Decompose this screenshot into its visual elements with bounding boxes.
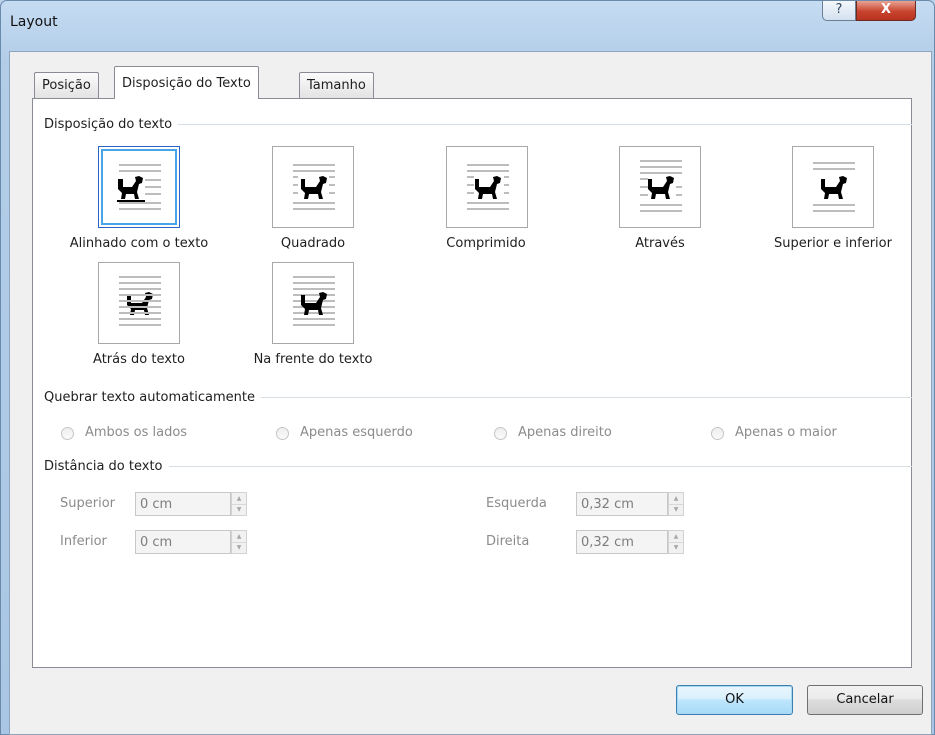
tab-size[interactable]: Tamanho [299, 72, 374, 98]
distance-right-spinner[interactable]: ▲ ▼ [668, 530, 684, 554]
wrap-option-in-front-label: Na frente do texto [253, 352, 373, 367]
auto-wrap-group-label: Quebrar texto automaticamente [44, 390, 261, 405]
through-wrap-icon [640, 160, 682, 212]
radio-left-only[interactable] [276, 427, 289, 440]
cancel-button[interactable]: Cancelar [807, 685, 923, 715]
wrap-option-square[interactable] [272, 146, 354, 228]
distance-left-spinner[interactable]: ▲ ▼ [668, 492, 684, 516]
radio-left-only-label: Apenas esquerdo [300, 425, 413, 440]
close-button[interactable]: X [856, 1, 916, 21]
wrap-option-top-bottom-label: Superior e inferior [774, 236, 892, 251]
distance-bottom-input[interactable] [135, 530, 231, 554]
wrap-option-top-bottom[interactable] [792, 146, 874, 228]
wrap-option-behind[interactable] [98, 262, 180, 344]
distance-left-label: Esquerda [486, 496, 547, 511]
distance-right-input[interactable] [576, 530, 668, 554]
radio-both-sides-label: Ambos os lados [85, 425, 188, 440]
distance-bottom-spinner[interactable]: ▲ ▼ [231, 530, 247, 554]
wrap-option-through-label: Através [635, 236, 685, 251]
wrap-option-square-label: Quadrado [280, 236, 346, 251]
distance-left-input[interactable] [576, 492, 668, 516]
square-wrap-icon [293, 164, 335, 210]
wrap-option-tight[interactable] [446, 146, 528, 228]
radio-right-only[interactable] [494, 427, 507, 440]
top-bottom-wrap-icon [813, 162, 855, 212]
radio-both-sides[interactable] [61, 427, 74, 440]
distance-group-label: Distância do texto [44, 459, 169, 474]
tab-text-wrapping[interactable]: Disposição do Texto [114, 66, 259, 99]
tab-position[interactable]: Posição [34, 72, 99, 98]
in-front-of-text-icon [293, 276, 335, 326]
ok-button[interactable]: OK [676, 685, 793, 715]
behind-text-icon [119, 276, 161, 326]
radio-largest-only-label: Apenas o maior [735, 425, 837, 440]
radio-right-only-label: Apenas direito [518, 425, 612, 440]
group-divider [44, 466, 912, 467]
wrap-group-label: Disposição do texto [44, 117, 179, 132]
wrap-option-through[interactable] [619, 146, 701, 228]
window-title: Layout [10, 14, 58, 30]
inline-with-text-icon [117, 164, 161, 210]
tight-wrap-icon [467, 164, 509, 210]
wrap-option-inline[interactable] [98, 146, 180, 228]
wrap-option-in-front[interactable] [272, 262, 354, 344]
distance-top-input[interactable] [135, 492, 231, 516]
distance-top-label: Superior [60, 496, 115, 511]
wrap-option-behind-label: Atrás do texto [93, 352, 185, 367]
distance-right-label: Direita [486, 534, 530, 549]
help-button[interactable]: ? [822, 1, 856, 21]
distance-bottom-label: Inferior [60, 534, 107, 549]
distance-top-spinner[interactable]: ▲ ▼ [231, 492, 247, 516]
radio-largest-only[interactable] [711, 427, 724, 440]
wrap-option-tight-label: Comprimido [446, 236, 526, 251]
wrap-option-inline-label: Alinhado com o texto [69, 236, 209, 251]
